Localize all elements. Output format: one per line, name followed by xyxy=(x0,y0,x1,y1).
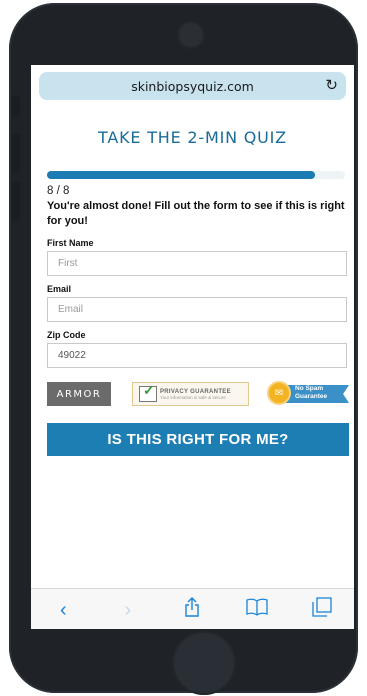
share-icon[interactable] xyxy=(177,597,207,622)
no-spam-badge: ✉ No Spam Guarantee xyxy=(267,381,349,407)
bookmarks-icon[interactable] xyxy=(242,598,272,621)
zip-label: Zip Code xyxy=(47,330,86,340)
submit-button[interactable]: IS THIS RIGHT FOR ME? xyxy=(47,423,349,456)
mute-switch xyxy=(12,95,20,117)
progress-fill xyxy=(47,171,316,179)
email-label: Email xyxy=(47,284,72,294)
browser-screen: skinbiopsyquiz.com ↻ TAKE THE 2-MIN QUIZ… xyxy=(31,65,354,629)
front-camera xyxy=(177,21,205,49)
armor-badge: ARMOR xyxy=(47,382,111,406)
privacy-subtitle: Your information is safe & secure xyxy=(160,394,226,400)
no-spam-text: No Spam Guarantee xyxy=(295,385,328,400)
email-field[interactable] xyxy=(47,297,347,322)
phone-frame: skinbiopsyquiz.com ↻ TAKE THE 2-MIN QUIZ… xyxy=(9,3,358,695)
safari-toolbar: ‹ › xyxy=(31,588,354,629)
progress-bar xyxy=(47,171,345,179)
zip-field[interactable] xyxy=(47,343,347,368)
step-counter: 8 / 8 xyxy=(47,185,70,197)
url-text: skinbiopsyquiz.com xyxy=(131,78,254,94)
first-name-field[interactable] xyxy=(47,251,347,276)
forward-icon: › xyxy=(124,598,132,621)
tabs-icon[interactable] xyxy=(307,597,337,622)
volume-down-button xyxy=(12,181,20,221)
intro-text: You're almost done! Fill out the form to… xyxy=(47,200,345,227)
volume-up-button xyxy=(12,133,20,173)
first-name-label: First Name xyxy=(47,238,94,248)
reload-icon[interactable]: ↻ xyxy=(325,76,338,96)
envelope-icon: ✉ xyxy=(267,381,291,405)
home-button[interactable] xyxy=(172,631,236,695)
quiz-title: TAKE THE 2-MIN QUIZ xyxy=(98,128,287,147)
privacy-badge: ✓ PRIVACY GUARANTEE Your information is … xyxy=(132,382,249,406)
back-icon[interactable]: ‹ xyxy=(48,599,78,621)
armor-logo-text: ARMOR xyxy=(56,388,102,400)
checkmark-icon: ✓ xyxy=(139,382,157,402)
address-bar[interactable]: skinbiopsyquiz.com ↻ xyxy=(39,72,346,100)
